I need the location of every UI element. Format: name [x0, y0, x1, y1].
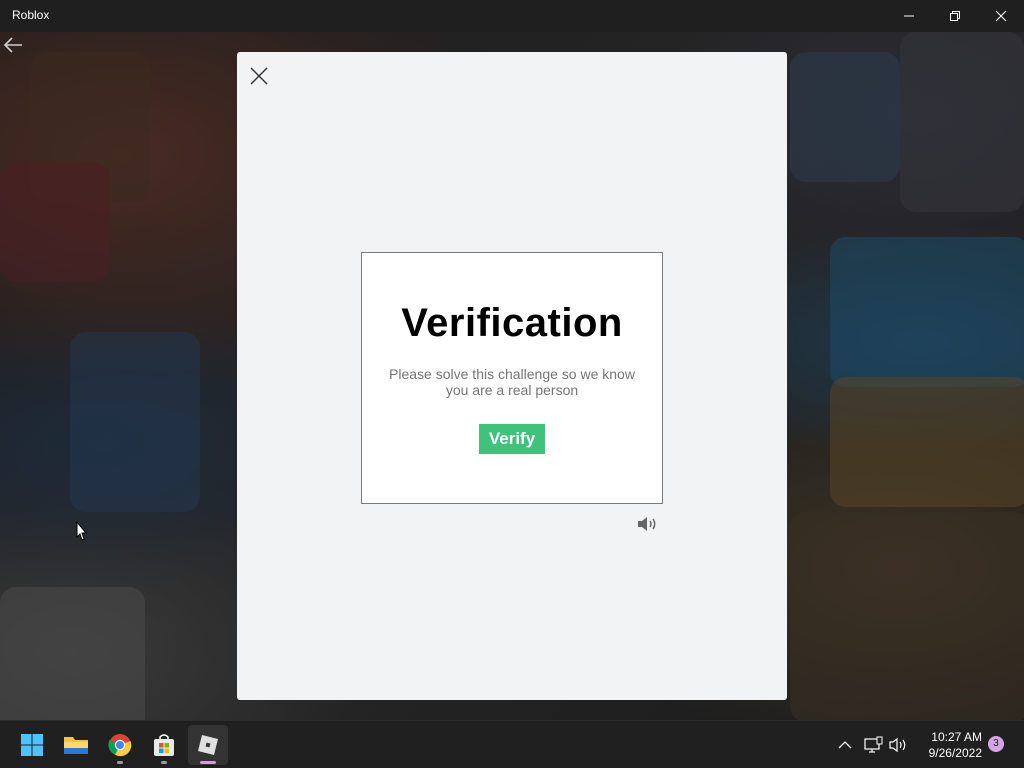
- background-tile: [70, 332, 200, 512]
- network-icon: [864, 736, 883, 753]
- background-tile: [830, 377, 1024, 507]
- title-bar[interactable]: Roblox: [0, 0, 1024, 32]
- start-button[interactable]: [12, 725, 52, 765]
- chrome-button[interactable]: [100, 725, 140, 765]
- background-tile: [790, 52, 900, 182]
- folder-icon: [64, 737, 88, 754]
- verify-button[interactable]: Verify: [479, 424, 545, 454]
- running-indicator: [117, 761, 123, 764]
- background-tile: [790, 512, 1024, 720]
- challenge-title: Verification: [401, 301, 623, 345]
- close-dialog-button[interactable]: [249, 66, 269, 86]
- verification-dialog: Verification Please solve this challenge…: [237, 52, 787, 700]
- roblox-icon: [198, 735, 218, 755]
- file-explorer-button[interactable]: [56, 725, 96, 765]
- taskbar: 10:27 AM 9/26/2022: [0, 720, 1024, 768]
- network-button[interactable]: [863, 735, 883, 755]
- roblox-taskbar-button[interactable]: [188, 725, 228, 765]
- restore-icon: [950, 11, 960, 21]
- window-title: Roblox: [12, 8, 50, 22]
- store-button[interactable]: [144, 725, 184, 765]
- chrome-icon: [108, 734, 132, 757]
- volume-button[interactable]: [888, 735, 908, 755]
- minimize-icon: [904, 15, 914, 17]
- close-icon: [995, 10, 1007, 22]
- show-hidden-icons-button[interactable]: [838, 735, 852, 755]
- audio-challenge-icon[interactable]: [636, 515, 658, 533]
- active-indicator: [200, 761, 216, 764]
- minimize-button[interactable]: [886, 0, 932, 32]
- clock[interactable]: 10:27 AM 9/26/2022: [916, 729, 982, 761]
- back-arrow-icon[interactable]: [2, 34, 26, 56]
- roblox-window: Roblox Verification Please solve this ch…: [0, 0, 1024, 720]
- challenge-message: Please solve this challenge so we know y…: [389, 366, 635, 398]
- background-tile: [0, 162, 110, 282]
- background-tile: [0, 587, 145, 720]
- background-tile: [900, 32, 1024, 212]
- background-tile: [830, 237, 1024, 387]
- clock-time: 10:27 AM: [931, 730, 982, 744]
- windows-logo-icon: [21, 734, 43, 756]
- close-window-button[interactable]: [978, 0, 1024, 32]
- store-icon: [154, 734, 174, 756]
- chevron-up-icon: [838, 741, 852, 749]
- running-indicator: [161, 761, 167, 764]
- clock-date: 9/26/2022: [928, 746, 982, 760]
- restore-button[interactable]: [932, 0, 978, 32]
- mouse-cursor-icon: [76, 521, 88, 541]
- notification-badge[interactable]: 3: [988, 736, 1004, 752]
- speaker-icon: [889, 737, 906, 753]
- challenge-card: Verification Please solve this challenge…: [361, 252, 663, 504]
